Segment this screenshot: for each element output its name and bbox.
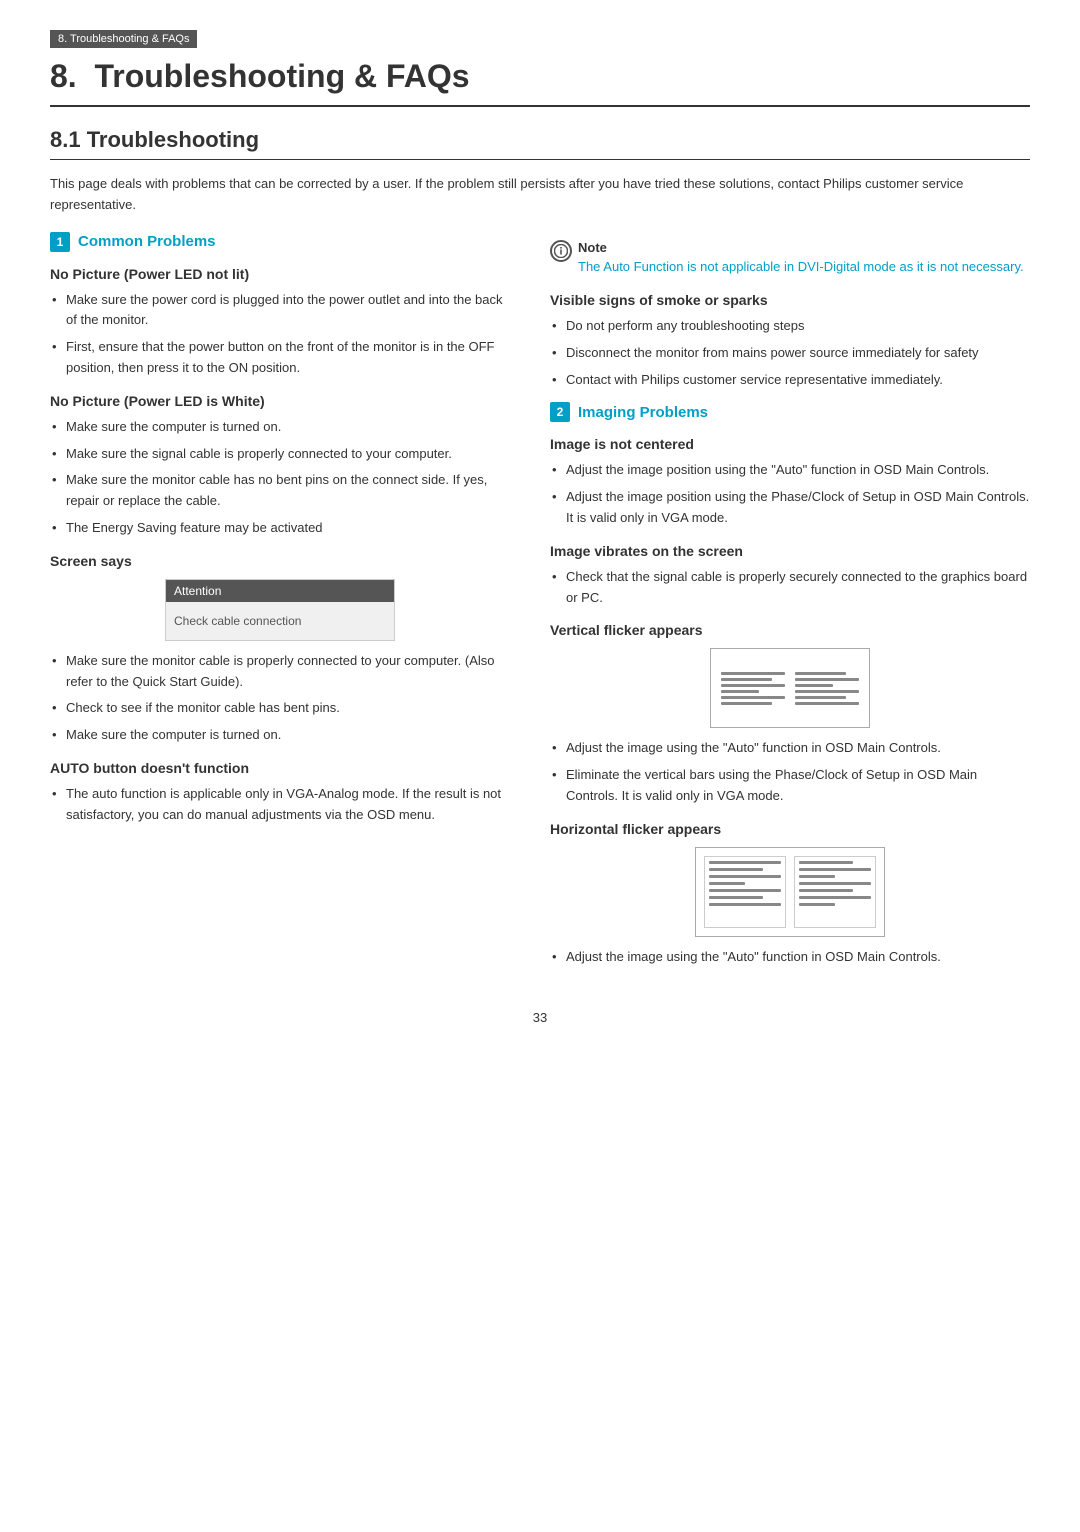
left-column: 1 Common Problems No Picture (Power LED … (50, 232, 510, 980)
list-item: The auto function is applicable only in … (50, 784, 510, 826)
flicker-line (795, 678, 859, 681)
vertical-flicker-illustration (710, 648, 870, 728)
common-problems-badge: 1 (50, 232, 70, 252)
horiz-line (709, 882, 745, 885)
imaging-problems-badge: 2 (550, 402, 570, 422)
horiz-line (799, 896, 871, 899)
flicker-line (721, 690, 759, 693)
flicker-line (795, 684, 833, 687)
horiz-line (709, 868, 763, 871)
list-item: First, ensure that the power button on t… (50, 337, 510, 379)
breadcrumb: 8. Troubleshooting & FAQs (50, 30, 197, 48)
horiz-line (709, 896, 763, 899)
screen-says-dialog: Attention Check cable connection (165, 579, 395, 641)
list-item: Make sure the monitor cable has no bent … (50, 470, 510, 512)
two-column-layout: 1 Common Problems No Picture (Power LED … (50, 232, 1030, 980)
note-text: The Auto Function is not applicable in D… (578, 257, 1030, 277)
list-item: Do not perform any troubleshooting steps (550, 316, 1030, 337)
vertical-flicker-list: Adjust the image using the "Auto" functi… (550, 738, 1030, 806)
list-item: Make sure the power cord is plugged into… (50, 290, 510, 332)
section-8-1-title: 8.1 Troubleshooting (50, 127, 1030, 160)
note-icon (550, 240, 572, 262)
list-item: Contact with Philips customer service re… (550, 370, 1030, 391)
note-content: Note The Auto Function is not applicable… (578, 240, 1030, 277)
page-number: 33 (50, 1010, 1030, 1025)
list-item: Adjust the image using the "Auto" functi… (550, 738, 1030, 759)
screen-says-list: Make sure the monitor cable is properly … (50, 651, 510, 746)
horizontal-flicker-title: Horizontal flicker appears (550, 821, 1030, 837)
flicker-col-left (721, 672, 785, 705)
common-problems-label: Common Problems (78, 233, 216, 250)
horiz-line (799, 903, 835, 906)
auto-button-list: The auto function is applicable only in … (50, 784, 510, 826)
common-problems-header: 1 Common Problems (50, 232, 510, 252)
list-item: Make sure the computer is turned on. (50, 725, 510, 746)
horizontal-flicker-list: Adjust the image using the "Auto" functi… (550, 947, 1030, 968)
list-item: Adjust the image position using the Phas… (550, 487, 1030, 529)
horiz-line (799, 861, 853, 864)
image-not-centered-list: Adjust the image position using the "Aut… (550, 460, 1030, 528)
no-picture-led-white-title: No Picture (Power LED is White) (50, 393, 510, 409)
no-picture-led-white-list: Make sure the computer is turned on. Mak… (50, 417, 510, 539)
horiz-line (709, 903, 781, 906)
horiz-line (799, 889, 853, 892)
vertical-flicker-title: Vertical flicker appears (550, 622, 1030, 638)
auto-button-title: AUTO button doesn't function (50, 760, 510, 776)
horizontal-flicker-illustration (695, 847, 885, 937)
flicker-line (721, 684, 785, 687)
flicker-line (795, 672, 846, 675)
image-vibrates-title: Image vibrates on the screen (550, 543, 1030, 559)
horiz-line (709, 875, 781, 878)
imaging-problems-label: Imaging Problems (578, 404, 708, 421)
list-item: Make sure the computer is turned on. (50, 417, 510, 438)
list-item: Check to see if the monitor cable has be… (50, 698, 510, 719)
flicker-col-right (795, 672, 859, 705)
list-item: Check that the signal cable is properly … (550, 567, 1030, 609)
list-item: Make sure the monitor cable is properly … (50, 651, 510, 693)
list-item: Adjust the image using the "Auto" functi… (550, 947, 1030, 968)
list-item: Eliminate the vertical bars using the Ph… (550, 765, 1030, 807)
horiz-panel-right (794, 856, 876, 928)
page: 8. Troubleshooting & FAQs 8. Troubleshoo… (0, 0, 1080, 1532)
imaging-problems-header: 2 Imaging Problems (550, 402, 1030, 422)
intro-text: This page deals with problems that can b… (50, 174, 1030, 216)
right-column: Note The Auto Function is not applicable… (550, 232, 1030, 980)
flicker-line (795, 690, 859, 693)
flicker-line (721, 702, 772, 705)
attention-bar: Attention (166, 580, 394, 602)
horiz-line (709, 861, 781, 864)
horiz-line (799, 882, 871, 885)
flicker-line (795, 696, 846, 699)
horiz-line (709, 889, 781, 892)
no-picture-led-not-lit-list: Make sure the power cord is plugged into… (50, 290, 510, 379)
list-item: Disconnect the monitor from mains power … (550, 343, 1030, 364)
list-item: The Energy Saving feature may be activat… (50, 518, 510, 539)
no-picture-led-not-lit-title: No Picture (Power LED not lit) (50, 266, 510, 282)
list-item: Adjust the image position using the "Aut… (550, 460, 1030, 481)
note-box: Note The Auto Function is not applicable… (550, 240, 1030, 277)
visible-signs-list: Do not perform any troubleshooting steps… (550, 316, 1030, 390)
flicker-line (721, 678, 772, 681)
image-vibrates-list: Check that the signal cable is properly … (550, 567, 1030, 609)
list-item: Make sure the signal cable is properly c… (50, 444, 510, 465)
check-cable-text: Check cable connection (166, 602, 394, 640)
flicker-line (721, 672, 785, 675)
horiz-panel-left (704, 856, 786, 928)
horiz-line (799, 868, 871, 871)
visible-signs-title: Visible signs of smoke or sparks (550, 292, 1030, 308)
flicker-line (721, 696, 785, 699)
image-not-centered-title: Image is not centered (550, 436, 1030, 452)
chapter-title: 8. Troubleshooting & FAQs (50, 58, 1030, 107)
screen-says-title: Screen says (50, 553, 510, 569)
flicker-line (795, 702, 859, 705)
note-label: Note (578, 240, 1030, 255)
horiz-line (799, 875, 835, 878)
